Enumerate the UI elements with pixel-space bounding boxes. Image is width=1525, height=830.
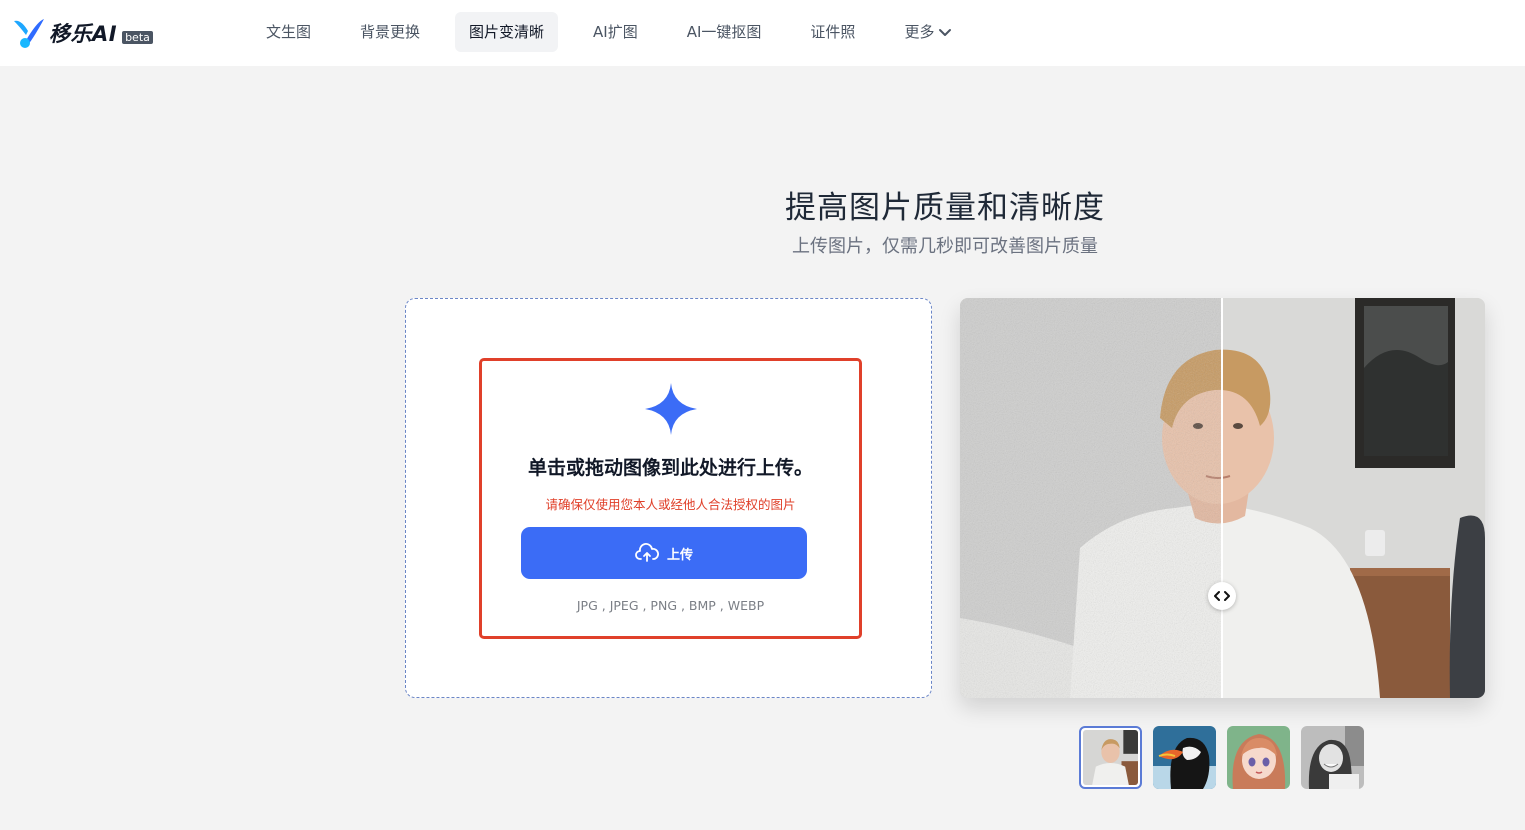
- compare-divider[interactable]: [1221, 298, 1223, 698]
- portrait-young-man-icon: [1083, 730, 1138, 785]
- thumbnail-anime[interactable]: [1227, 726, 1290, 789]
- chevron-down-icon: [939, 29, 952, 36]
- nav-item-image-enhance[interactable]: 图片变清晰: [455, 12, 559, 52]
- before-after-preview[interactable]: [960, 298, 1485, 698]
- sparkle-icon: [645, 383, 697, 435]
- nav-item-background-replace[interactable]: 背景更换: [346, 12, 434, 52]
- compare-slider-handle[interactable]: [1208, 582, 1236, 610]
- upload-button-label: 上传: [666, 547, 693, 563]
- top-header: 移乐AI beta 文生图 背景更换 图片变清晰 AI扩图 AI一键抠图 证件照…: [0, 0, 1525, 66]
- nav-item-id-photo[interactable]: 证件照: [796, 12, 869, 52]
- upload-button[interactable]: 上传: [521, 527, 807, 579]
- sample-thumbnails: [1079, 726, 1375, 789]
- upload-dropzone[interactable]: 单击或拖动图像到此处进行上传。 请确保仅使用您本人或经他人合法授权的图片 上传 …: [405, 298, 932, 698]
- logo-icon: [12, 17, 46, 49]
- nav-item-ai-cutout[interactable]: AI一键抠图: [673, 12, 776, 52]
- cloud-upload-icon: [635, 543, 659, 562]
- upload-notice: 请确保仅使用您本人或经他人合法授权的图片: [545, 497, 796, 512]
- nav-more-menu[interactable]: 更多: [890, 12, 966, 52]
- bw-woman-portrait-icon: [1301, 726, 1364, 789]
- page-subtitle: 上传图片，仅需几秒即可改善图片质量: [792, 236, 1098, 257]
- thumbnail-puffin[interactable]: [1153, 726, 1216, 789]
- nav-item-ai-expand[interactable]: AI扩图: [579, 12, 652, 52]
- brand-name: 移乐AI: [49, 22, 118, 46]
- puffin-bird-icon: [1153, 726, 1216, 789]
- brand-logo[interactable]: 移乐AI beta: [12, 16, 153, 50]
- page-title: 提高图片质量和清晰度: [785, 190, 1105, 226]
- thumbnail-bw-portrait[interactable]: [1301, 726, 1364, 789]
- thumbnail-portrait[interactable]: [1079, 726, 1142, 789]
- upload-area-highlight[interactable]: 单击或拖动图像到此处进行上传。 请确保仅使用您本人或经他人合法授权的图片 上传 …: [479, 358, 862, 639]
- main-nav: 文生图 背景更换 图片变清晰 AI扩图 AI一键抠图 证件照 更多: [252, 12, 987, 52]
- nav-more-label: 更多: [904, 23, 935, 41]
- supported-formats: JPG , JPEG , PNG , BMP , WEBP: [576, 598, 765, 613]
- beta-badge: beta: [122, 30, 153, 44]
- left-right-arrows-icon: [1214, 591, 1230, 601]
- anime-girl-icon: [1227, 726, 1290, 789]
- nav-item-text-to-image[interactable]: 文生图: [252, 12, 325, 52]
- upload-heading: 单击或拖动图像到此处进行上传。: [527, 457, 813, 479]
